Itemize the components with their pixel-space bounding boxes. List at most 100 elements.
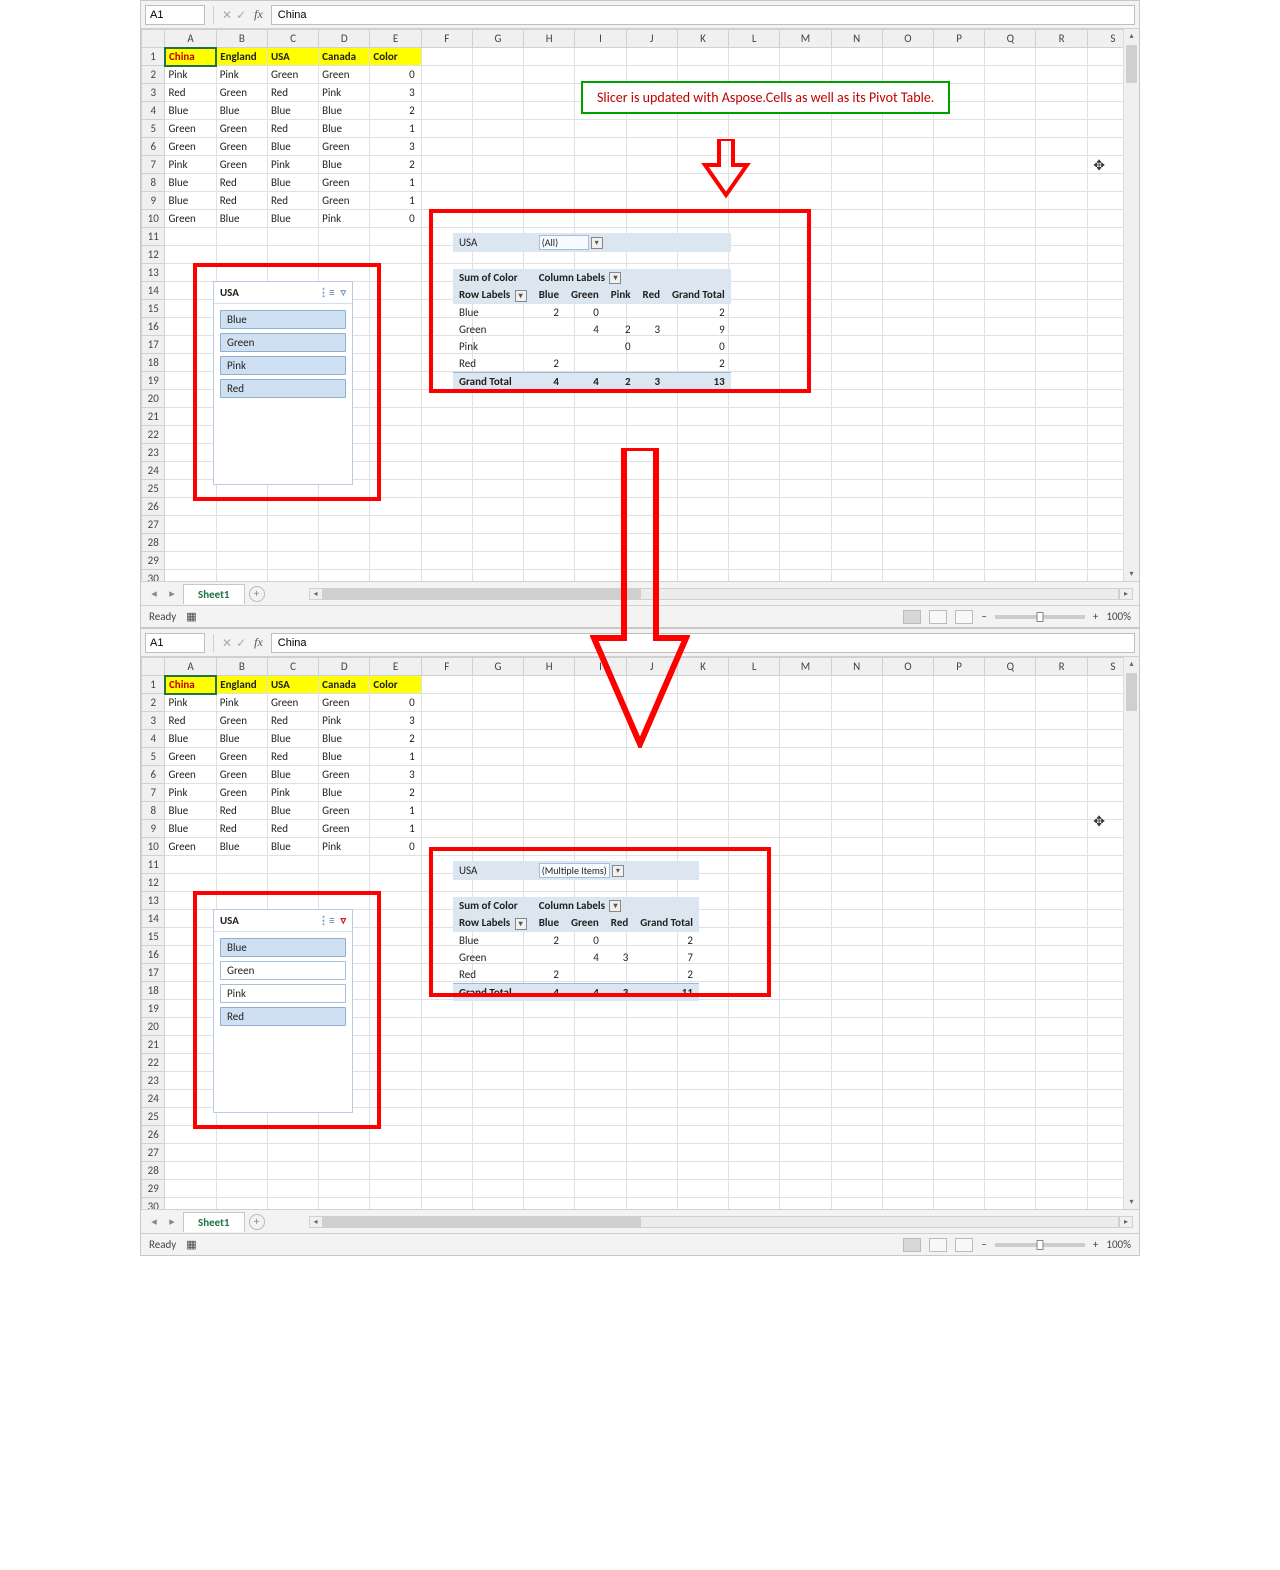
col-header-B[interactable]: B <box>216 658 267 676</box>
cell[interactable] <box>165 928 216 946</box>
cell[interactable] <box>1036 694 1087 712</box>
slicer-item[interactable]: Blue <box>220 310 346 329</box>
cell[interactable] <box>780 210 831 228</box>
cell[interactable] <box>1036 820 1087 838</box>
cell[interactable] <box>780 444 831 462</box>
cell[interactable] <box>472 1180 523 1198</box>
cell[interactable] <box>165 1108 216 1126</box>
cell[interactable] <box>524 444 575 462</box>
cell[interactable] <box>575 156 626 174</box>
cell[interactable] <box>729 802 780 820</box>
cell[interactable] <box>677 1126 728 1144</box>
cell[interactable] <box>882 228 933 246</box>
cell[interactable] <box>472 444 523 462</box>
cell[interactable] <box>729 1162 780 1180</box>
cell[interactable] <box>933 120 984 138</box>
cell[interactable] <box>882 156 933 174</box>
cell[interactable] <box>626 1180 677 1198</box>
cell[interactable] <box>729 552 780 570</box>
cell[interactable] <box>933 48 984 66</box>
cell[interactable] <box>729 444 780 462</box>
cell[interactable]: Green <box>165 210 216 228</box>
cell[interactable] <box>370 462 421 480</box>
cell[interactable]: Pink <box>165 784 216 802</box>
cell[interactable] <box>780 228 831 246</box>
cell[interactable] <box>165 246 216 264</box>
cell[interactable] <box>421 426 472 444</box>
cell[interactable] <box>1036 856 1087 874</box>
cell[interactable] <box>985 138 1036 156</box>
cell[interactable] <box>780 300 831 318</box>
cell[interactable] <box>421 748 472 766</box>
cell[interactable] <box>165 874 216 892</box>
cell[interactable] <box>831 300 882 318</box>
cell[interactable] <box>1036 892 1087 910</box>
cell[interactable]: 3 <box>370 766 421 784</box>
dropdown-icon[interactable]: ▾ <box>609 272 621 284</box>
vertical-scrollbar[interactable]: ▴ ▾ <box>1123 29 1139 581</box>
cell[interactable] <box>421 838 472 856</box>
cell[interactable]: 1 <box>370 174 421 192</box>
cell[interactable] <box>933 874 984 892</box>
cell[interactable] <box>780 1126 831 1144</box>
cell[interactable] <box>985 1090 1036 1108</box>
cell[interactable] <box>831 462 882 480</box>
cell[interactable] <box>216 228 267 246</box>
cell[interactable]: Blue <box>267 174 318 192</box>
cell[interactable] <box>780 1180 831 1198</box>
cell[interactable] <box>1036 1180 1087 1198</box>
cell[interactable] <box>985 712 1036 730</box>
cell[interactable] <box>1036 946 1087 964</box>
col-header-A[interactable]: A <box>165 30 216 48</box>
cell[interactable]: Blue <box>165 820 216 838</box>
cell[interactable] <box>1036 516 1087 534</box>
cell[interactable] <box>472 174 523 192</box>
cell[interactable] <box>575 210 626 228</box>
row-header-6[interactable]: 6 <box>142 138 165 156</box>
cell[interactable]: Pink <box>216 694 267 712</box>
cell[interactable]: Green <box>216 120 267 138</box>
cell[interactable]: 1 <box>370 802 421 820</box>
col-header-B[interactable]: B <box>216 30 267 48</box>
cell[interactable] <box>933 228 984 246</box>
cell[interactable] <box>524 462 575 480</box>
cell[interactable] <box>882 982 933 1000</box>
cell[interactable] <box>780 1036 831 1054</box>
col-header-E[interactable]: E <box>370 658 421 676</box>
cell[interactable] <box>985 534 1036 552</box>
cell[interactable] <box>729 1198 780 1210</box>
cell[interactable]: Green <box>216 156 267 174</box>
cell[interactable] <box>985 570 1036 582</box>
cell[interactable] <box>780 462 831 480</box>
cell[interactable] <box>472 784 523 802</box>
cell[interactable] <box>626 838 677 856</box>
row-header-10[interactable]: 10 <box>142 210 165 228</box>
row-header-11[interactable]: 11 <box>142 228 165 246</box>
cell[interactable] <box>729 282 780 300</box>
cell[interactable] <box>319 1180 370 1198</box>
cell[interactable] <box>319 246 370 264</box>
cell[interactable] <box>472 192 523 210</box>
row-header-15[interactable]: 15 <box>142 300 165 318</box>
cell[interactable] <box>933 1000 984 1018</box>
cell[interactable] <box>985 1000 1036 1018</box>
cell[interactable]: Blue <box>319 748 370 766</box>
cell[interactable] <box>216 874 267 892</box>
row-header-28[interactable]: 28 <box>142 1162 165 1180</box>
cell[interactable] <box>421 1162 472 1180</box>
cell[interactable] <box>933 264 984 282</box>
zoom-slider[interactable] <box>995 615 1085 619</box>
cell[interactable] <box>1036 228 1087 246</box>
cell[interactable] <box>882 480 933 498</box>
cell[interactable] <box>882 766 933 784</box>
tab-nav-prev-icon[interactable]: ◂ <box>147 587 161 600</box>
cell[interactable]: Blue <box>319 120 370 138</box>
cell[interactable] <box>882 1126 933 1144</box>
cell[interactable] <box>626 174 677 192</box>
cell[interactable] <box>1036 66 1087 84</box>
cell[interactable] <box>575 48 626 66</box>
cell[interactable]: Pink <box>165 694 216 712</box>
row-header-29[interactable]: 29 <box>142 552 165 570</box>
row-header-7[interactable]: 7 <box>142 784 165 802</box>
cell[interactable] <box>729 694 780 712</box>
